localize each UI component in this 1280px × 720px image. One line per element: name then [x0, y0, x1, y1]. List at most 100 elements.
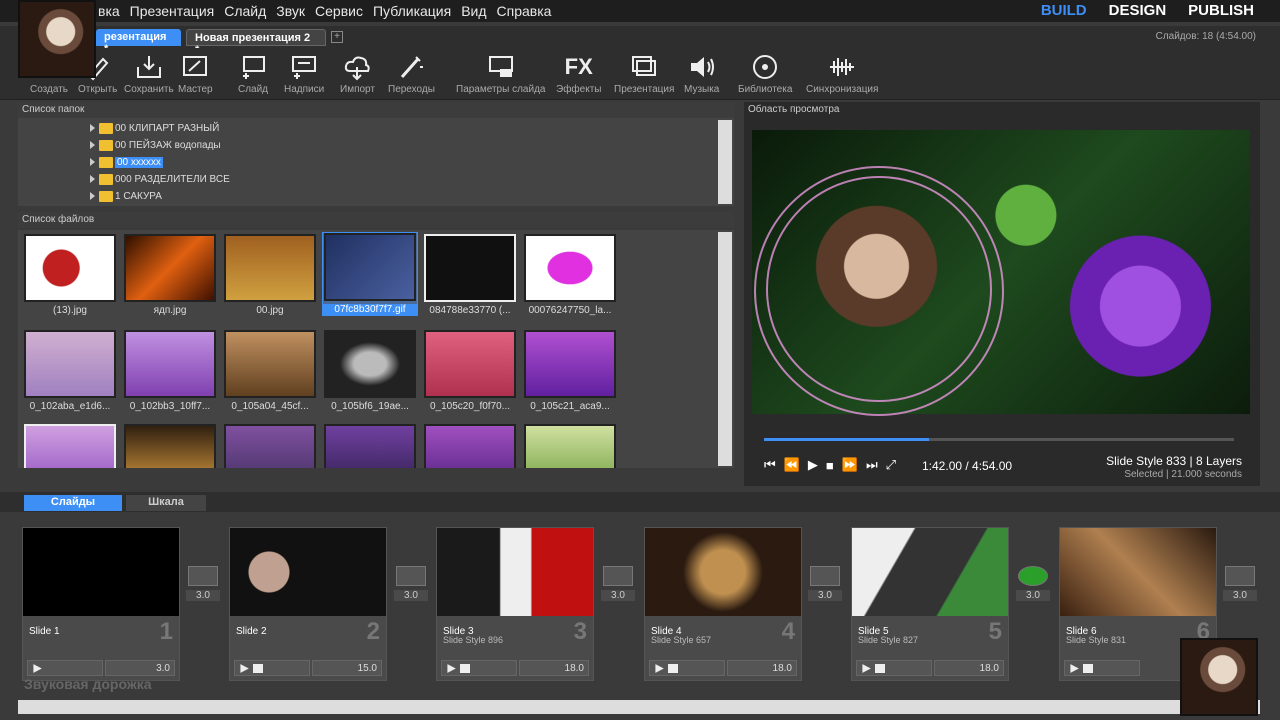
transition-slot[interactable]: 3.0	[1223, 566, 1257, 608]
fullscreen-icon[interactable]: ⤢	[886, 457, 896, 473]
folder-scrollbar[interactable]	[718, 120, 732, 204]
wizard-button[interactable]: Мастер	[178, 52, 213, 95]
menu-file[interactable]: вка	[96, 3, 128, 19]
slide-card[interactable]: Slide 2 2 15.0	[229, 527, 387, 681]
menu-service[interactable]: Сервис	[313, 3, 371, 19]
transition-slot[interactable]: 3.0	[601, 566, 635, 608]
folder-item[interactable]: 00 КЛИПАРТ РАЗНЫЙ	[90, 120, 219, 136]
transition-slot[interactable]: 3.0	[1016, 566, 1050, 608]
expand-arrow-icon[interactable]	[90, 175, 95, 183]
file-thumbnail	[124, 330, 216, 398]
folder-item-selected[interactable]: 00 хххххх	[90, 154, 163, 170]
file-name: (13).jpg	[53, 305, 87, 316]
file-scrollbar[interactable]	[718, 232, 732, 466]
file-item[interactable]	[522, 424, 618, 468]
slide-duration[interactable]: 18.0	[727, 660, 797, 676]
menu-publish[interactable]: Публикация	[371, 3, 459, 19]
slide-card[interactable]: Slide 1 1 3.0	[22, 527, 180, 681]
file-item[interactable]	[122, 424, 218, 468]
slide-card[interactable]: Slide 3 Slide Style 896 3 18.0	[436, 527, 594, 681]
folder-item[interactable]: 000 РАЗДЕЛИТЕЛИ ВСЕ	[90, 171, 230, 187]
folder-item[interactable]: 1 САКУРА	[90, 188, 162, 204]
tab-timeline[interactable]: Шкала	[126, 495, 206, 511]
slide-play-button[interactable]	[1064, 660, 1140, 676]
library-button[interactable]: Библиотека	[738, 52, 792, 95]
effects-button[interactable]: FX Эффекты	[556, 52, 601, 95]
file-item[interactable]: 0_102bb3_10ff7...	[122, 330, 218, 412]
slide-duration[interactable]: 3.0	[105, 660, 175, 676]
soundtrack-hint: Звуковая дорожка	[24, 676, 152, 692]
music-button[interactable]: Музыка	[684, 52, 719, 95]
file-item[interactable]	[322, 424, 418, 468]
slide-play-button[interactable]	[856, 660, 932, 676]
rewind-icon[interactable]: ⏪	[784, 457, 800, 473]
save-button[interactable]: Сохранить	[124, 52, 174, 95]
folder-item[interactable]: 00 ПЕЙЗАЖ водопады	[90, 137, 221, 153]
slide-duration[interactable]: 18.0	[519, 660, 589, 676]
transition-slot[interactable]: 3.0	[186, 566, 220, 608]
tab-presentation-1[interactable]: резентация *	[96, 29, 181, 55]
skip-end-icon[interactable]: ⏭	[866, 457, 878, 473]
file-item[interactable]: 00076247750_la...	[522, 234, 618, 316]
file-item[interactable]: 0_105c20_f0f70...	[422, 330, 518, 412]
expand-arrow-icon[interactable]	[90, 124, 95, 132]
slide-thumbnail	[230, 528, 386, 616]
file-item-selected[interactable]: 07fc8b30f7f7.gif	[322, 232, 418, 316]
slide-play-button[interactable]	[234, 660, 310, 676]
file-item[interactable]: 0_105a04_45cf...	[222, 330, 318, 412]
playback-progress[interactable]	[764, 438, 1234, 441]
file-item[interactable]: 0_105bf6_19ae...	[322, 330, 418, 412]
fx-icon: FX	[562, 52, 596, 82]
slide-button[interactable]: Слайд	[236, 52, 270, 95]
file-item[interactable]: ядп.jpg	[122, 234, 218, 316]
preview-header: Область просмотра	[744, 102, 1260, 118]
menu-slide[interactable]: Слайд	[222, 3, 274, 19]
play-icon[interactable]: ▶	[808, 457, 818, 473]
sync-button[interactable]: Синхронизация	[806, 52, 878, 95]
add-tab-button[interactable]: +	[331, 31, 343, 43]
slide-duration[interactable]: 15.0	[312, 660, 382, 676]
file-item[interactable]: 084788e33770 (...	[422, 234, 518, 316]
tab-slides[interactable]: Слайды	[24, 495, 122, 511]
file-item[interactable]	[422, 424, 518, 468]
file-item[interactable]	[222, 424, 318, 468]
transition-slot[interactable]: 3.0	[808, 566, 842, 608]
captions-button[interactable]: Надписи	[284, 52, 324, 95]
mode-design[interactable]: DESIGN	[1109, 2, 1167, 19]
slide-list-scrollbar[interactable]	[18, 700, 1260, 714]
file-item[interactable]: 0_102aba_e1d6...	[22, 330, 118, 412]
presentation-button[interactable]: Презентация	[614, 52, 674, 95]
transitions-button[interactable]: Переходы	[388, 52, 435, 95]
menu-help[interactable]: Справка	[495, 3, 560, 19]
fast-forward-icon[interactable]: ⏩	[842, 457, 858, 473]
skip-start-icon[interactable]: ⏮	[764, 457, 776, 473]
mode-publish[interactable]: PUBLISH	[1188, 2, 1254, 19]
file-item[interactable]: (13).jpg	[22, 234, 118, 316]
play-icon	[655, 664, 664, 673]
file-item[interactable]: 00.jpg	[222, 234, 318, 316]
slide-play-button[interactable]	[27, 660, 103, 676]
slide-duration[interactable]: 18.0	[934, 660, 1004, 676]
expand-arrow-icon[interactable]	[90, 158, 95, 166]
slide-card[interactable]: Slide 4 Slide Style 657 4 18.0	[644, 527, 802, 681]
slide-play-button[interactable]	[441, 660, 517, 676]
menu-view[interactable]: Вид	[459, 3, 494, 19]
file-item[interactable]: 0_105c21_aca9...	[522, 330, 618, 412]
stop-icon[interactable]: ■	[826, 458, 834, 473]
file-item[interactable]	[22, 424, 118, 468]
tab-presentation-2[interactable]: Новая презентация 2 *	[186, 29, 326, 56]
slide-params-button[interactable]: Параметры слайда	[456, 52, 545, 95]
menu-sound[interactable]: Звук	[274, 3, 313, 19]
file-thumbnail	[324, 233, 416, 301]
menu-presentation[interactable]: Презентация	[128, 3, 223, 19]
import-button[interactable]: Импорт	[340, 52, 375, 95]
expand-arrow-icon[interactable]	[90, 192, 95, 200]
slide-card[interactable]: Slide 5 Slide Style 827 5 18.0	[851, 527, 1009, 681]
file-thumbnail	[424, 234, 516, 302]
slide-number: 4	[781, 618, 795, 645]
transition-slot[interactable]: 3.0	[394, 566, 428, 608]
create-label: Создать	[30, 84, 69, 95]
slide-play-button[interactable]	[649, 660, 725, 676]
expand-arrow-icon[interactable]	[90, 141, 95, 149]
mode-build[interactable]: BUILD	[1041, 2, 1087, 19]
